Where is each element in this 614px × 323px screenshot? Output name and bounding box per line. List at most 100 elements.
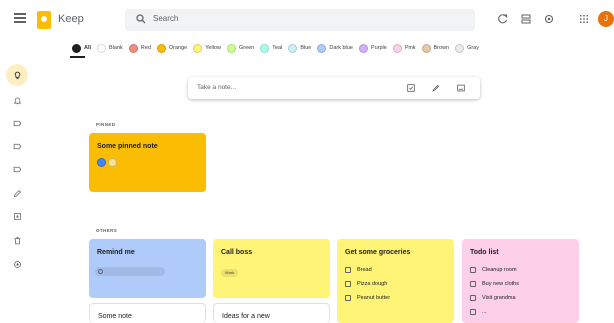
note-title: Ideas for a new — [222, 313, 270, 320]
sidebar-item-label-2[interactable] — [6, 135, 28, 157]
account-avatar[interactable]: J — [598, 11, 614, 27]
filter-chip-green[interactable]: Green — [226, 43, 255, 53]
color-dot-icon — [193, 43, 203, 53]
checkbox[interactable] — [470, 267, 476, 273]
label-icon — [13, 143, 21, 149]
filter-chip-label: Yellow — [205, 45, 221, 51]
filter-chip-label: Dark blue — [329, 45, 353, 51]
note-card-todo[interactable]: Todo list Cleanup room Buy new cloths Vi… — [462, 239, 579, 323]
menu-icon[interactable] — [14, 13, 26, 23]
take-note-input[interactable]: Take a note... — [188, 77, 480, 99]
checklist-item[interactable]: Buy new cloths — [470, 281, 519, 287]
sidebar-item-archive[interactable] — [6, 205, 28, 227]
settings-gear-icon[interactable] — [543, 13, 555, 25]
lightbulb-icon — [14, 71, 20, 79]
filter-chip-label: Teal — [272, 45, 283, 51]
search-placeholder: Search — [153, 14, 179, 23]
color-dot-icon — [226, 43, 236, 53]
filter-chip-label: Brown — [433, 45, 450, 51]
filter-chip-red[interactable]: Red — [128, 43, 151, 53]
sidebar-item-notes[interactable] — [6, 64, 28, 86]
list-view-icon[interactable] — [520, 13, 532, 25]
note-title: Todo list — [470, 249, 499, 256]
note-card-groceries[interactable]: Get some groceries Bread Pizza dough Pea… — [337, 239, 454, 323]
keep-logo-icon — [37, 11, 51, 29]
take-note-placeholder: Take a note... — [197, 84, 237, 91]
filter-chip-blank[interactable]: Blank — [97, 43, 123, 53]
filter-chip-teal[interactable]: Teal — [260, 43, 283, 53]
color-dot-icon — [156, 43, 166, 53]
note-card-some-note[interactable]: Some note — [89, 303, 206, 323]
filter-chip-pink[interactable]: Pink — [392, 43, 416, 53]
checkbox[interactable] — [345, 281, 351, 287]
search-input[interactable]: Search — [125, 9, 475, 31]
sidebar-item-trash[interactable] — [6, 229, 28, 251]
filter-chip-label: Gray — [467, 45, 480, 51]
filter-chip-label: Red — [140, 45, 151, 51]
others-section-label: OTHERS — [96, 228, 118, 233]
pinned-section-label: PINNED — [96, 122, 116, 127]
note-title: Some note — [98, 313, 132, 320]
filter-chip-label: Pink — [404, 45, 416, 51]
sidebar-item-reminders[interactable] — [6, 89, 28, 111]
checklist-item[interactable]: Visit grandma — [470, 295, 516, 301]
checkbox[interactable] — [470, 295, 476, 301]
checklist-item[interactable]: Cleanup room — [470, 267, 517, 273]
label-icon — [13, 166, 21, 172]
color-dot-icon — [128, 43, 138, 53]
color-filter-bar: All Blank Red Orange Yellow Green Teal Blue Dark… — [72, 42, 485, 54]
reminder-chip[interactable] — [95, 267, 165, 276]
app-title: Keep — [58, 13, 84, 25]
active-filter-underline — [70, 56, 85, 58]
color-dot-icon — [317, 43, 327, 53]
filter-chip-purple[interactable]: Purple — [358, 43, 387, 53]
label-icon — [13, 120, 21, 126]
sidebar-item-edit-labels[interactable] — [6, 182, 28, 204]
note-title: Some pinned note — [97, 143, 158, 150]
filter-chip-blue[interactable]: Blue — [288, 43, 312, 53]
filter-chip-label: Blue — [300, 45, 312, 51]
note-title: Call boss — [221, 249, 253, 256]
sidebar-item-settings[interactable] — [6, 253, 28, 275]
brush-icon[interactable] — [431, 83, 441, 93]
refresh-icon[interactable] — [497, 13, 509, 25]
color-dot-icon — [72, 43, 81, 53]
archive-icon — [13, 212, 21, 220]
color-dot-icon — [421, 43, 431, 53]
collaborator-avatar[interactable] — [97, 158, 106, 167]
checkbox[interactable] — [470, 309, 476, 315]
note-card-call-boss[interactable]: Call boss Work — [213, 239, 330, 298]
checklist-item[interactable]: Bread — [345, 267, 372, 273]
note-card-ideas[interactable]: Ideas for a new — [213, 303, 330, 323]
filter-chip-label: Green — [238, 45, 255, 51]
label-chip[interactable]: Work — [221, 269, 239, 277]
checkbox[interactable] — [345, 295, 351, 301]
color-dot-icon — [392, 43, 402, 53]
filter-chip-dark-blue[interactable]: Dark blue — [317, 43, 353, 53]
filter-chip-all[interactable]: All — [72, 43, 91, 53]
bell-icon — [13, 97, 21, 104]
collaborator-avatar[interactable] — [108, 158, 117, 167]
filter-chip-brown[interactable]: Brown — [421, 43, 450, 53]
image-icon[interactable] — [456, 83, 466, 93]
checklist-item[interactable]: Peanut butter — [345, 295, 390, 301]
note-card-pinned[interactable]: Some pinned note — [89, 133, 206, 192]
note-card-remind[interactable]: Remind me — [89, 239, 206, 298]
checklist-item[interactable]: ... — [470, 309, 487, 315]
filter-chip-orange[interactable]: Orange — [156, 43, 187, 53]
checkbox[interactable] — [470, 281, 476, 287]
sidebar-item-label-1[interactable] — [6, 112, 28, 134]
collaborators — [97, 158, 119, 167]
checkbox[interactable] — [345, 267, 351, 273]
filter-chip-label: Purple — [370, 45, 387, 51]
color-dot-icon — [260, 43, 270, 53]
color-dot-icon — [358, 43, 368, 53]
filter-chip-gray[interactable]: Gray — [455, 43, 480, 53]
filter-chip-yellow[interactable]: Yellow — [193, 43, 221, 53]
checkbox-icon[interactable] — [406, 83, 416, 93]
checklist-item[interactable]: Pizza dough — [345, 281, 387, 287]
sidebar-item-label-3[interactable] — [6, 158, 28, 180]
clock-icon — [98, 269, 103, 274]
apps-grid-icon[interactable] — [578, 13, 590, 25]
search-icon[interactable] — [135, 13, 147, 25]
